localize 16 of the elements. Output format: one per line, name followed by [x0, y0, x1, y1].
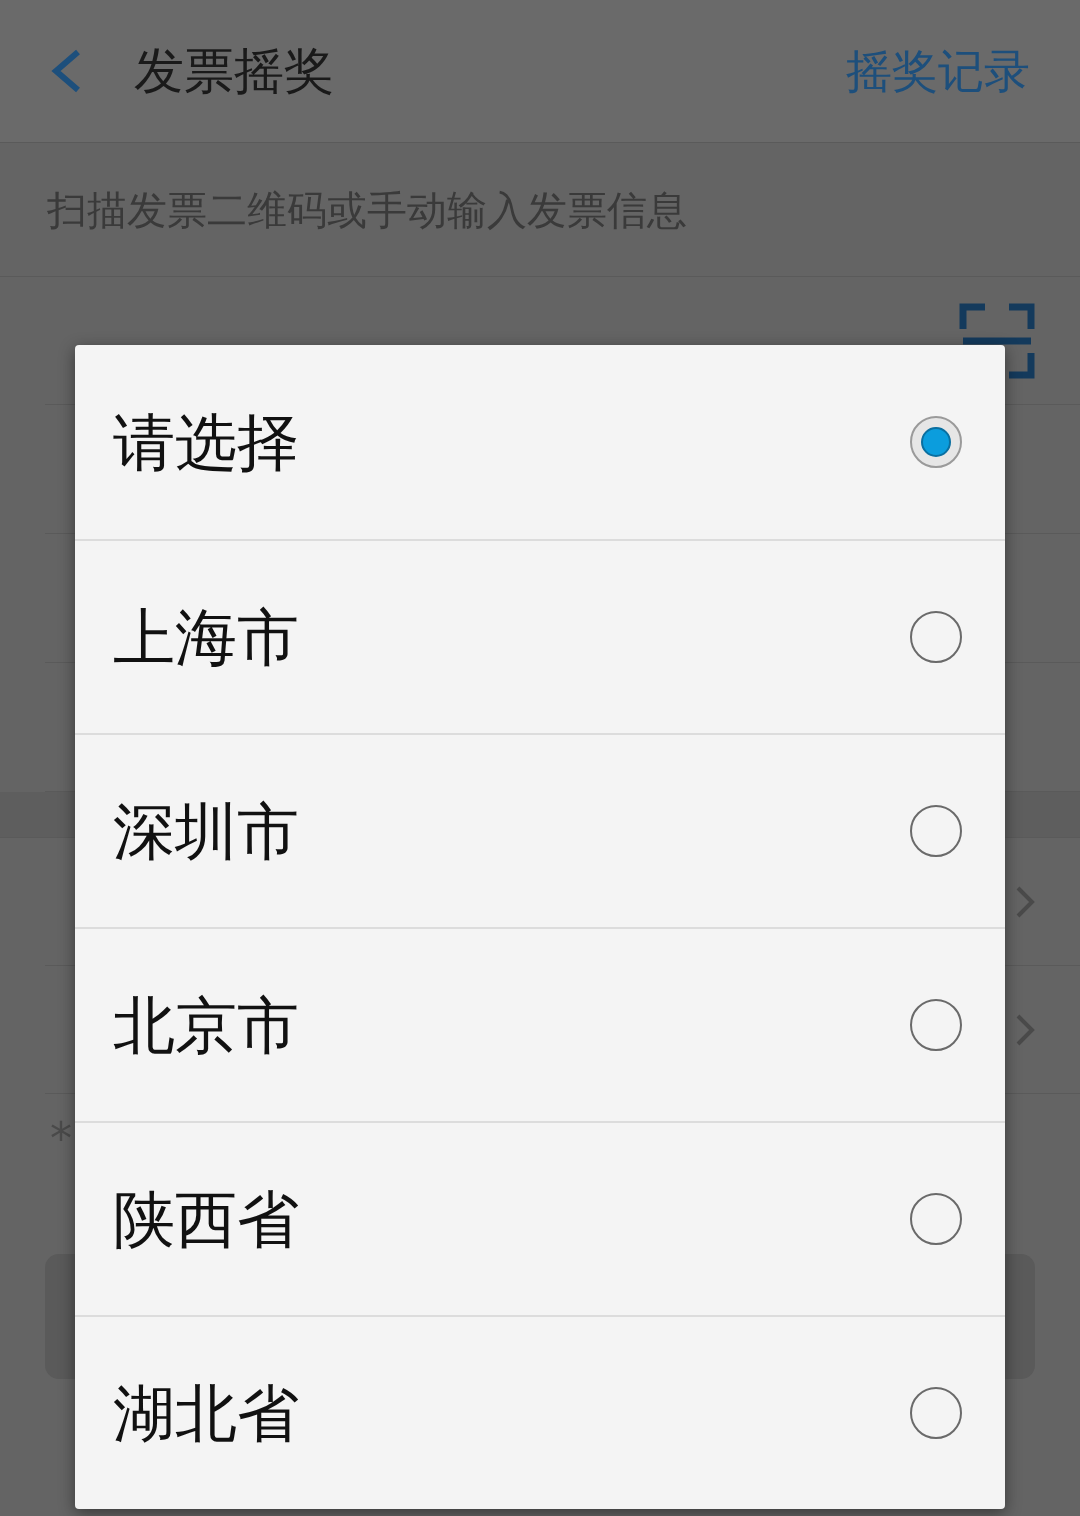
chevron-right-icon [1015, 884, 1035, 919]
radio-button[interactable] [910, 1193, 962, 1245]
region-option[interactable]: 湖北省 [75, 1315, 1005, 1509]
radio-button[interactable] [910, 805, 962, 857]
page-title: 发票摇奖 [134, 40, 334, 102]
region-option[interactable]: 陕西省 [75, 1121, 1005, 1315]
chevron-right-icon [1015, 1012, 1035, 1047]
radio-button[interactable] [910, 611, 962, 663]
radio-button[interactable] [910, 999, 962, 1051]
radio-button[interactable] [910, 416, 962, 468]
region-option[interactable]: 北京市 [75, 927, 1005, 1121]
note-mark: * [50, 1112, 72, 1166]
region-option[interactable]: 请选择 [75, 345, 1005, 539]
radio-button[interactable] [910, 1387, 962, 1439]
region-option[interactable]: 深圳市 [75, 733, 1005, 927]
region-option[interactable]: 上海市 [75, 539, 1005, 733]
